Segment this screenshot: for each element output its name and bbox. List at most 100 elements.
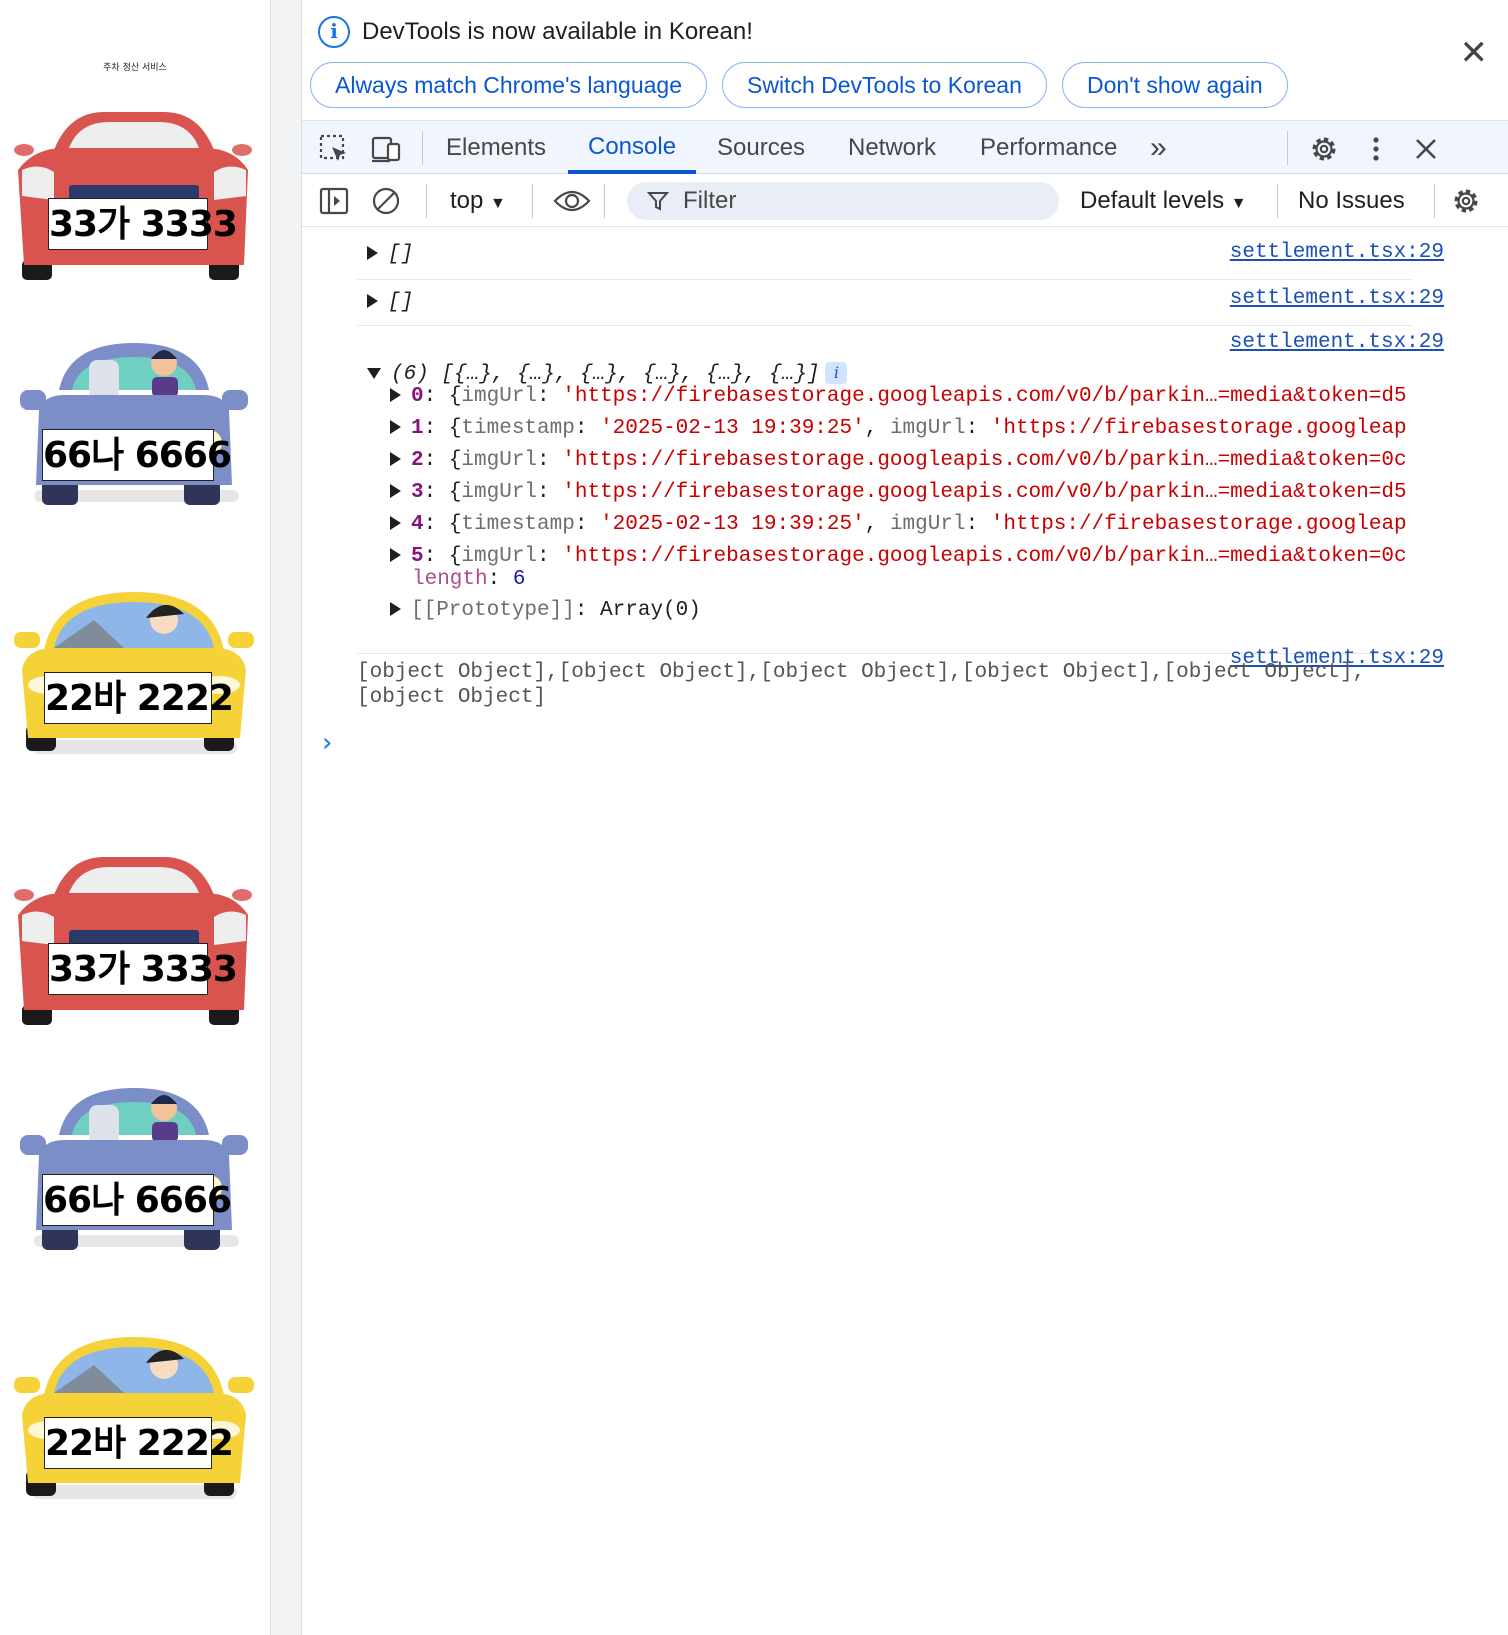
entry-key: imgUrl — [889, 417, 966, 440]
toolbar-separator — [426, 184, 427, 218]
expand-triangle-icon — [367, 294, 378, 309]
car-card[interactable]: 66나 6666 — [14, 1080, 254, 1260]
expand-triangle-icon — [390, 516, 401, 531]
entry-value: 'https://firebasestorage.googleapis.com/… — [562, 481, 1407, 504]
entry-index: 0 — [411, 385, 424, 408]
object-string-output: [object Object] — [357, 686, 547, 709]
entry-key: timestamp — [461, 417, 575, 440]
expand-triangle-icon — [390, 388, 401, 403]
context-selector[interactable]: top ▼ — [450, 175, 506, 230]
source-link[interactable]: settlement.tsx:29 — [1230, 241, 1444, 264]
array-entry[interactable]: 4: {timestamp: '2025-02-13 19:39:25', im… — [390, 510, 1407, 540]
tab-console[interactable]: Console — [568, 121, 697, 174]
devtools-panel: i DevTools is now available in Korean! A… — [302, 0, 1508, 1635]
toolbar-separator — [532, 184, 533, 218]
entry-value: 'https://firebasestorage.googleap — [990, 513, 1407, 536]
chevron-down-icon: ▼ — [490, 195, 506, 212]
array-entry[interactable]: 2: {imgUrl: 'https://firebasestorage.goo… — [390, 446, 1407, 476]
tab-performance[interactable]: Performance — [980, 121, 1117, 174]
issues-button[interactable]: No Issues — [1298, 175, 1405, 227]
collapsed-array[interactable]: [] — [367, 288, 413, 318]
console-toolbar: top ▼ Filter Default levels ▼ No Issues — [302, 175, 1508, 227]
log-levels-dropdown[interactable]: Default levels ▼ — [1080, 175, 1247, 230]
more-options-icon[interactable] — [1360, 133, 1392, 165]
car-card[interactable]: 33가 3333 — [14, 100, 254, 280]
prototype-value: Array(0) — [600, 599, 701, 622]
license-plate: 22바 2222 — [44, 672, 234, 724]
tabbar-separator — [1287, 131, 1288, 165]
entry-value: 'https://firebasestorage.googleapis.com/… — [562, 545, 1407, 568]
entry-index: 4 — [411, 513, 424, 536]
entry-key: imgUrl — [889, 513, 966, 536]
always-match-language-button[interactable]: Always match Chrome's language — [310, 62, 707, 108]
car-card[interactable]: 22바 2222 — [14, 590, 254, 770]
prototype-property[interactable]: [[Prototype]]: Array(0) — [390, 596, 701, 626]
devtools-tabbar: Elements Console Sources Network Perform… — [302, 120, 1508, 174]
array-preview: [] — [388, 243, 414, 266]
source-link[interactable]: settlement.tsx:29 — [1230, 287, 1444, 310]
collapsed-array[interactable]: [] — [367, 240, 413, 270]
tab-network[interactable]: Network — [848, 121, 936, 174]
device-toolbar-icon[interactable] — [370, 133, 402, 165]
array-entry[interactable]: 1: {timestamp: '2025-02-13 19:39:25', im… — [390, 414, 1407, 444]
infobar-message: DevTools is now available in Korean! — [362, 18, 753, 45]
length-property: length: 6 — [412, 568, 526, 591]
license-plate: 66나 6666 — [42, 1174, 232, 1226]
filter-input[interactable]: Filter — [627, 182, 1059, 220]
settings-gear-icon[interactable] — [1308, 133, 1340, 165]
dont-show-again-button[interactable]: Don't show again — [1062, 62, 1288, 108]
devtools-dock-divider[interactable] — [270, 0, 302, 1635]
inspect-element-icon[interactable] — [318, 133, 350, 165]
expand-triangle-icon — [390, 602, 401, 617]
entry-index: 1 — [411, 417, 424, 440]
clear-console-icon[interactable] — [370, 185, 402, 217]
entry-key: timestamp — [461, 513, 575, 536]
toolbar-separator — [1434, 184, 1435, 218]
sidebar-toggle-icon[interactable] — [318, 185, 350, 217]
close-icon[interactable]: ✕ — [1460, 36, 1489, 70]
array-entry[interactable]: 3: {imgUrl: 'https://firebasestorage.goo… — [390, 478, 1407, 508]
log-levels-label: Default levels — [1080, 187, 1225, 214]
entry-value: 'https://firebasestorage.googleap — [990, 417, 1407, 440]
car-card[interactable]: 66나 6666 — [14, 335, 254, 515]
switch-to-korean-button[interactable]: Switch DevTools to Korean — [722, 62, 1047, 108]
context-label: top — [450, 187, 484, 214]
page-title: 주차 정산 서비스 — [103, 63, 167, 73]
collapse-triangle-icon — [367, 367, 381, 379]
expand-triangle-icon — [390, 420, 401, 435]
close-devtools-icon[interactable] — [1410, 133, 1442, 165]
expand-triangle-icon — [390, 484, 401, 499]
entry-value: '2025-02-13 19:39:25' — [600, 513, 865, 536]
array-entry[interactable]: 0: {imgUrl: 'https://firebasestorage.goo… — [390, 382, 1407, 412]
web-page: 주차 정산 서비스 33가 3333 66나 6666 22바 2222 33가… — [0, 0, 270, 1635]
entry-value: 'https://firebasestorage.googleapis.com/… — [562, 449, 1407, 472]
console-prompt[interactable]: › — [322, 728, 332, 758]
tabbar-separator — [422, 131, 423, 165]
license-plate: 33가 3333 — [48, 943, 238, 995]
array-entry[interactable]: 5: {imgUrl: 'https://firebasestorage.goo… — [390, 542, 1407, 572]
license-plate: 22바 2222 — [44, 1417, 234, 1469]
expand-triangle-icon — [367, 246, 378, 261]
eye-icon[interactable] — [552, 185, 592, 217]
expand-triangle-icon — [390, 548, 401, 563]
car-card[interactable]: 33가 3333 — [14, 845, 254, 1025]
prototype-key: [[Prototype]] — [411, 599, 575, 622]
array-preview: [] — [388, 291, 414, 314]
more-tabs-icon[interactable]: » — [1150, 121, 1167, 174]
console-settings-gear-icon[interactable] — [1450, 185, 1482, 217]
tab-sources[interactable]: Sources — [717, 121, 805, 174]
license-plate: 33가 3333 — [48, 198, 238, 250]
filter-icon — [647, 192, 669, 211]
expand-triangle-icon — [390, 452, 401, 467]
toolbar-separator — [604, 184, 605, 218]
length-key: length — [412, 568, 488, 591]
entry-value: 'https://firebasestorage.googleapis.com/… — [562, 385, 1407, 408]
tab-elements[interactable]: Elements — [446, 121, 546, 174]
license-plate: 66나 6666 — [42, 429, 232, 481]
entry-key: imgUrl — [461, 481, 538, 504]
entry-key: imgUrl — [461, 385, 538, 408]
entry-index: 3 — [411, 481, 424, 504]
chevron-down-icon: ▼ — [1230, 195, 1247, 212]
source-link[interactable]: settlement.tsx:29 — [1230, 331, 1444, 354]
car-card[interactable]: 22바 2222 — [14, 1335, 254, 1515]
